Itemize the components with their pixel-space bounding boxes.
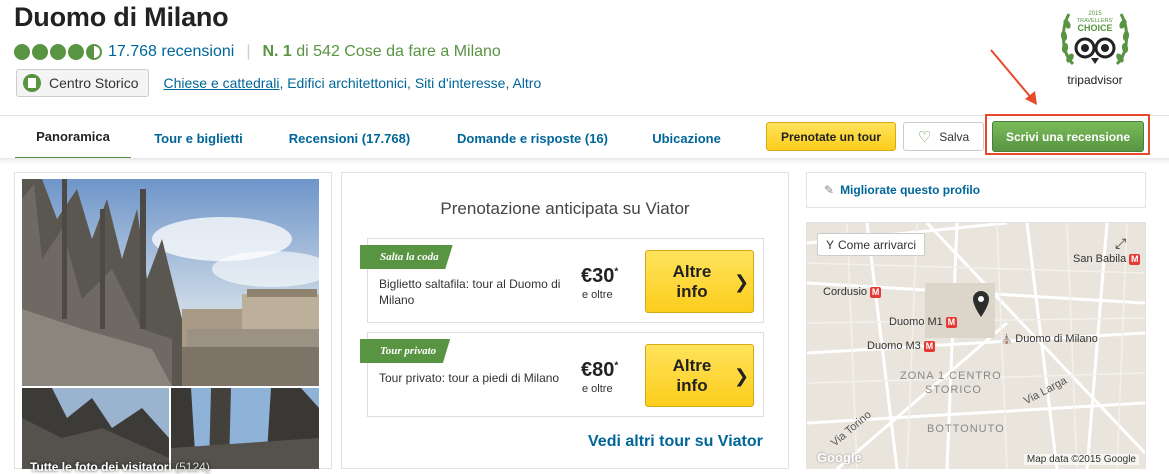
tour-ribbon: Salta la coda bbox=[360, 245, 453, 269]
price-asterisk: * bbox=[614, 266, 619, 278]
landmark-icon: ⛪ bbox=[1001, 334, 1013, 344]
badge-year: 2015 bbox=[1088, 11, 1102, 17]
category-link-chiese[interactable]: Chiese e cattedrali bbox=[163, 75, 279, 91]
more-info-label: Altre info bbox=[662, 262, 722, 302]
rank-text: di 542 Cose da fare a Milano bbox=[291, 43, 501, 60]
viator-title: Prenotazione anticipata su Viator bbox=[440, 199, 690, 218]
tour-description[interactable]: Tour privato: tour a piedi di Milano bbox=[379, 370, 569, 386]
map-label-san-babila-text: San Babila bbox=[1073, 253, 1127, 265]
tour-price-note: e oltre bbox=[582, 383, 613, 395]
tour-card: Salta la coda Biglietto saltafila: tour … bbox=[360, 238, 764, 323]
improve-label: Migliorate questo profilo bbox=[840, 183, 981, 197]
tab-domande[interactable]: Domande e risposte (16) bbox=[441, 116, 624, 160]
neighborhood-chip[interactable]: Centro Storico bbox=[16, 69, 150, 97]
nav-shadow bbox=[0, 158, 1169, 164]
map-label-cordusio-text: Cordusio bbox=[823, 286, 868, 298]
google-logo: Google bbox=[817, 450, 862, 465]
rating-bubble bbox=[14, 44, 30, 60]
photos-caption[interactable]: Tutte le foto dei visitatori (5124) bbox=[30, 460, 210, 474]
map-label-duomo-di-milano-text: Duomo di Milano bbox=[1015, 333, 1098, 345]
tab-panoramica[interactable]: Panoramica bbox=[15, 116, 131, 160]
map-attribution: Map data ©2015 Google bbox=[1023, 454, 1139, 465]
directions-button[interactable]: Y Come arrivarci bbox=[817, 233, 926, 256]
map-label-duomo-m3: Duomo M3 M bbox=[867, 340, 935, 352]
metro-icon: M bbox=[923, 340, 935, 352]
travellers-choice-badge: 2015 TRAVELLERS' CHOICE tripadvisor bbox=[1060, 11, 1130, 87]
save-button[interactable]: ♡ Salva bbox=[903, 122, 984, 151]
map-label-duomo-m1-text: Duomo M1 bbox=[889, 316, 943, 328]
map-label-san-babila: San Babila M bbox=[1073, 253, 1141, 265]
directions-label: Come arrivarci bbox=[838, 237, 917, 252]
ranking[interactable]: N. 1 di 542 Cose da fare a Milano bbox=[262, 43, 500, 61]
more-viator-link[interactable]: Vedi altri tour su Viator bbox=[588, 433, 763, 451]
more-info-button[interactable]: Altre info ❯ bbox=[645, 250, 754, 313]
category-links: Chiese e cattedrali, Edifici architetton… bbox=[163, 75, 541, 91]
photos-caption-label: Tutte le foto dei visitatori bbox=[30, 460, 172, 474]
badge-line2: CHOICE bbox=[1077, 23, 1112, 33]
rating-bubbles bbox=[14, 44, 102, 60]
category-link-altro[interactable]: , Altro bbox=[505, 75, 541, 91]
page-title: Duomo di Milano bbox=[14, 2, 229, 32]
pencil-icon: ✎ bbox=[824, 183, 835, 197]
map-label-storico: STORICO bbox=[925, 384, 982, 396]
rating-bubble bbox=[50, 44, 66, 60]
tour-price-value: €30 bbox=[581, 265, 615, 287]
save-label: Salva bbox=[939, 129, 970, 144]
rating-bubble bbox=[68, 44, 84, 60]
price-asterisk: * bbox=[614, 360, 619, 372]
review-count-link[interactable]: 17.768 recensioni bbox=[108, 43, 234, 61]
tab-tour-biglietti[interactable]: Tour e biglietti bbox=[140, 116, 257, 160]
metro-icon: M bbox=[945, 316, 957, 328]
metro-icon: M bbox=[1129, 253, 1141, 265]
category-link-edifici[interactable]: , Edifici architettonici bbox=[279, 75, 407, 91]
expand-map-icon[interactable]: ⤢ bbox=[1115, 235, 1133, 253]
rating-bubble bbox=[32, 44, 48, 60]
tags-row: Centro Storico Chiese e cattedrali, Edif… bbox=[16, 69, 541, 97]
write-review-button[interactable]: Scrivi una recensione bbox=[992, 121, 1144, 152]
more-info-line2: info bbox=[676, 281, 708, 301]
more-info-button[interactable]: Altre info ❯ bbox=[645, 344, 754, 407]
directions-icon: Y bbox=[826, 237, 835, 252]
tour-ribbon: Tour privato bbox=[360, 339, 451, 363]
more-info-label: Altre info bbox=[662, 356, 722, 396]
map-label-cordusio: Cordusio M bbox=[823, 286, 882, 298]
building-icon bbox=[23, 74, 41, 92]
rating-bubble-half bbox=[86, 44, 102, 60]
tour-description[interactable]: Biglietto saltafila: tour al Duomo di Mi… bbox=[379, 276, 569, 308]
tour-price-note: e oltre bbox=[582, 289, 613, 301]
tour-price: €30* bbox=[581, 265, 618, 288]
tab-recensioni[interactable]: Recensioni (17.768) bbox=[272, 116, 427, 160]
photos-count: (5124) bbox=[175, 460, 210, 474]
map-label-duomo-m3-text: Duomo M3 bbox=[867, 340, 921, 352]
chevron-right-icon: ❯ bbox=[734, 365, 750, 386]
map-label-zona1: ZONA 1 CENTRO bbox=[900, 370, 1002, 382]
tab-ubicazione[interactable]: Ubicazione bbox=[640, 116, 733, 160]
improve-profile-link[interactable]: ✎ Migliorate questo profilo bbox=[806, 172, 1146, 208]
map-label-duomo-m1: Duomo M1 M bbox=[889, 316, 957, 328]
heart-icon: ♡ bbox=[917, 128, 932, 146]
divider: | bbox=[246, 43, 251, 60]
more-info-line1: Altre bbox=[672, 261, 712, 281]
badge-brand: tripadvisor bbox=[1067, 73, 1122, 87]
rank-number: N. 1 bbox=[262, 43, 292, 60]
tour-price-value: €80 bbox=[581, 359, 615, 381]
main-photo[interactable] bbox=[22, 179, 319, 386]
book-tour-button[interactable]: Prenotate un tour bbox=[766, 122, 896, 151]
map[interactable]: Y Come arrivarci ⤢ San Babila M Cordusio … bbox=[807, 223, 1145, 469]
tour-card: Tour privato Tour privato: tour a piedi … bbox=[360, 332, 764, 417]
chevron-right-icon: ❯ bbox=[734, 271, 750, 292]
neighborhood-label: Centro Storico bbox=[49, 75, 139, 91]
tab-recensioni-label: Recensioni (17.768) bbox=[288, 130, 411, 146]
annotation-arrow bbox=[990, 49, 1037, 105]
more-info-line1: Altre bbox=[672, 355, 712, 375]
map-label-duomo-di-milano: ⛪ Duomo di Milano bbox=[1001, 333, 1098, 345]
metro-icon: M bbox=[870, 286, 882, 298]
category-link-siti[interactable]: , Siti d'interesse bbox=[407, 75, 505, 91]
map-label-bottonuto: BOTTONUTO bbox=[927, 423, 1005, 435]
thumbnail-photo[interactable] bbox=[171, 388, 319, 469]
more-info-line2: info bbox=[676, 375, 708, 395]
tour-price: €80* bbox=[581, 359, 618, 382]
thumbnail-photo[interactable] bbox=[22, 388, 169, 469]
rating-row: 17.768 recensioni | N. 1 di 542 Cose da … bbox=[14, 41, 501, 63]
